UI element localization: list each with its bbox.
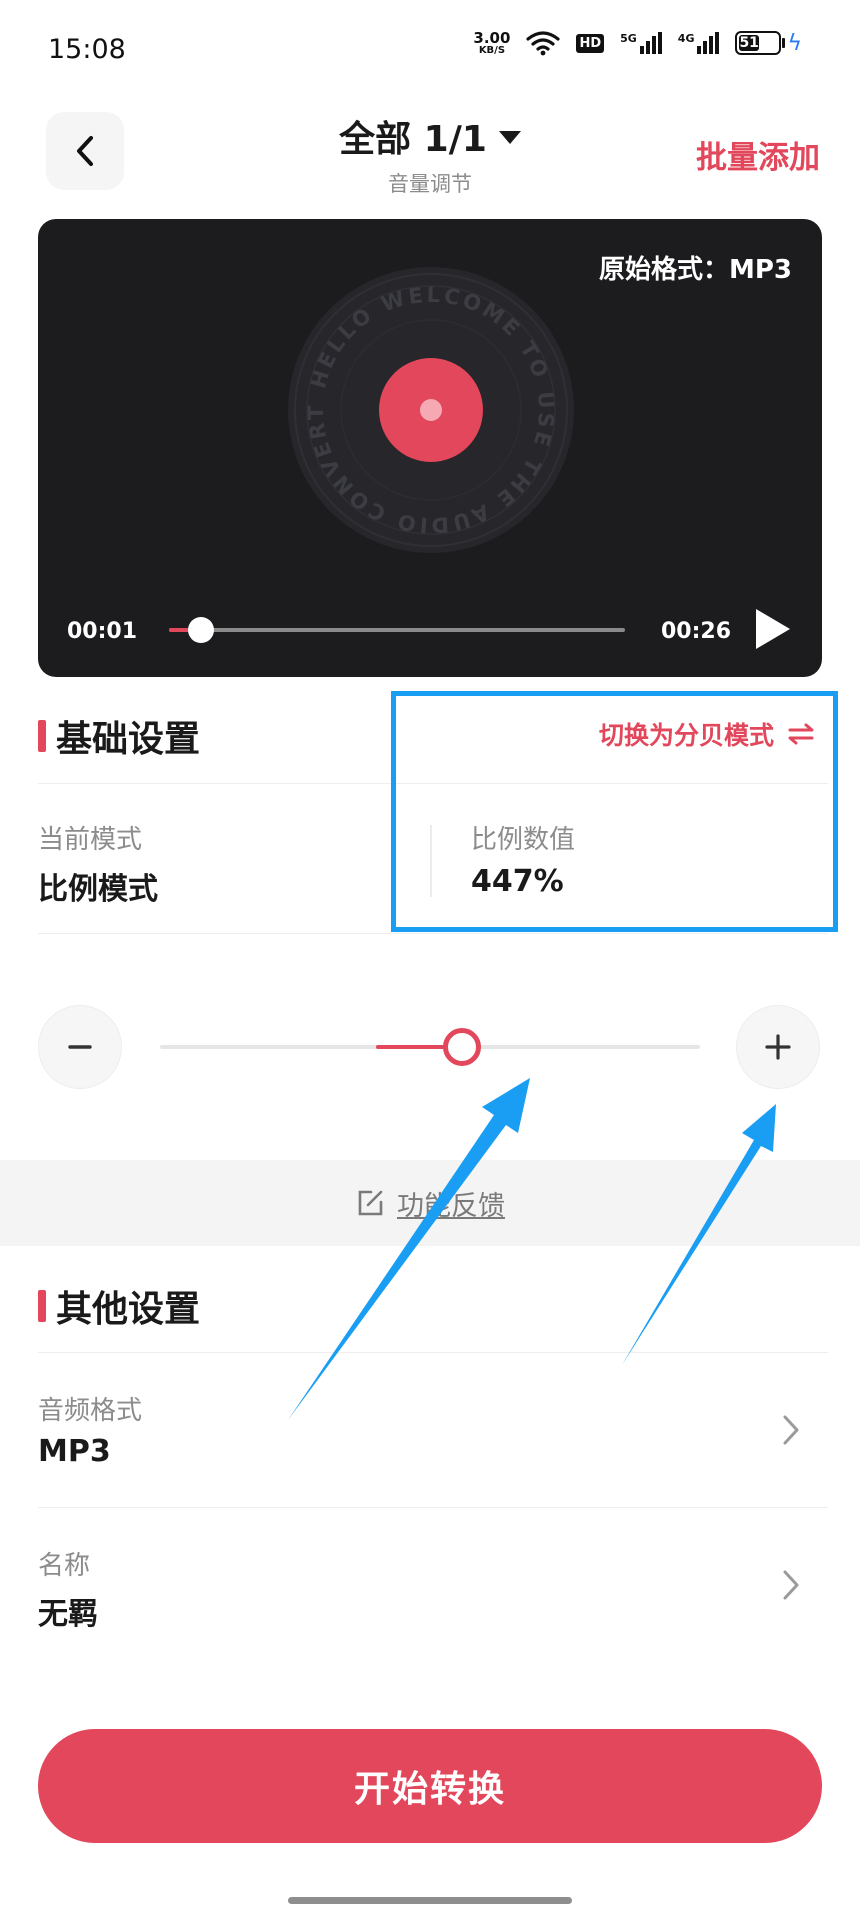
playback-progress-thumb[interactable]: [187, 617, 214, 643]
section-accent-bar: [38, 720, 46, 752]
network-speed: 3.00 KB/S: [473, 28, 511, 56]
divider: [38, 1352, 828, 1353]
plus-icon: [765, 1034, 791, 1060]
other-settings-header: 其他设置: [38, 1280, 200, 1332]
increase-button[interactable]: [736, 1005, 820, 1089]
original-format-label: 原始格式：MP3: [598, 255, 792, 285]
signal-4g-icon: 4G: [678, 32, 720, 54]
basic-settings-title: 基础设置: [56, 719, 201, 760]
volume-slider-thumb[interactable]: [443, 1028, 482, 1066]
vinyl-disc-icon: HELLO WELCOME TO USE THE AUDIO CONVERTER: [286, 265, 574, 553]
feedback-link[interactable]: 功能反馈: [397, 1184, 505, 1223]
divider: [38, 1507, 828, 1508]
feedback-bar: 功能反馈: [0, 1160, 860, 1246]
header: 全部 1/1 音量调节 批量添加: [0, 100, 860, 210]
chevron-right-icon: [783, 1415, 799, 1445]
battery-level: 51: [739, 35, 759, 51]
minus-icon: [68, 1045, 92, 1049]
current-time: 00:01: [67, 619, 138, 644]
name-label: 名称: [38, 1551, 91, 1581]
audio-player: 原始格式：MP3 HELLO WELCOME TO USE THE AUDIO …: [38, 219, 822, 677]
total-time: 00:26: [661, 619, 732, 644]
charging-icon: ϟ: [787, 30, 802, 56]
edit-icon: [358, 1190, 383, 1216]
title-dropdown[interactable]: 全部 1/1: [339, 110, 521, 162]
status-time: 15:08: [48, 34, 126, 65]
volume-slider[interactable]: [160, 1028, 700, 1066]
divider: [38, 933, 828, 934]
name-value: 无羁: [38, 1597, 98, 1632]
highlight-box: [391, 691, 838, 932]
network-speed-value: 3.00: [473, 28, 511, 47]
page-title: 全部 1/1: [339, 119, 487, 160]
signal-4g-label: 4G: [677, 32, 695, 45]
basic-settings-header: 基础设置: [38, 710, 200, 762]
start-conversion-button[interactable]: 开始转换: [38, 1729, 822, 1843]
status-bar: 15:08 3.00 KB/S HD 5G 4G 51 ϟ: [0, 0, 860, 100]
audio-format-value: MP3: [38, 1434, 111, 1469]
playback-progress-bar[interactable]: [169, 617, 625, 643]
home-indicator: [288, 1897, 572, 1904]
battery-icon: 51 ϟ: [735, 31, 802, 56]
hd-icon: HD: [576, 33, 605, 53]
current-mode-label: 当前模式: [38, 825, 143, 855]
network-speed-unit: KB/S: [478, 44, 506, 56]
current-mode-value: 比例模式: [38, 872, 158, 907]
batch-add-button[interactable]: 批量添加: [696, 132, 820, 177]
wifi-icon: [526, 31, 561, 56]
signal-5g-icon: 5G: [620, 32, 662, 54]
play-icon[interactable]: [756, 609, 790, 649]
other-settings-title: 其他设置: [56, 1289, 201, 1330]
section-accent-bar: [38, 1290, 46, 1322]
annotation-arrow: [288, 1078, 530, 1420]
audio-format-label: 音频格式: [38, 1396, 143, 1426]
caret-down-icon: [498, 130, 521, 144]
status-icons: 3.00 KB/S HD 5G 4G 51 ϟ: [473, 30, 802, 56]
signal-5g-label: 5G: [620, 32, 637, 45]
chevron-right-icon: [783, 1570, 799, 1600]
decrease-button[interactable]: [38, 1005, 122, 1089]
